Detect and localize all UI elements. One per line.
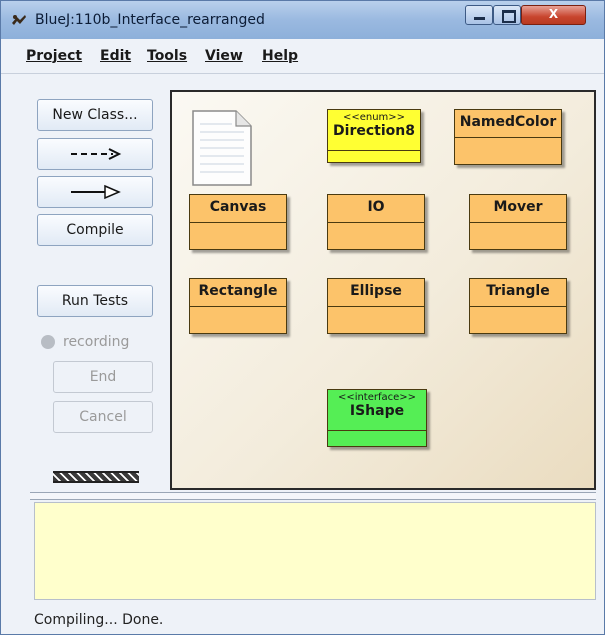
class-ishape[interactable]: <<interface>> IShape [327, 389, 427, 447]
new-class-button[interactable]: New Class... [37, 99, 153, 131]
splitter-handle[interactable] [30, 492, 596, 500]
recording-indicator-icon [41, 335, 55, 349]
class-name: Triangle [470, 279, 566, 307]
run-tests-button[interactable]: Run Tests [37, 285, 153, 317]
class-rectangle[interactable]: Rectangle [189, 278, 287, 334]
end-button[interactable]: End [53, 361, 153, 393]
class-name: Canvas [190, 195, 286, 223]
class-name: NamedColor [455, 110, 561, 138]
menu-edit[interactable]: Edit [100, 48, 131, 64]
machine-status-indicator [53, 471, 139, 483]
bluej-app-icon [12, 15, 26, 25]
maximize-icon [502, 10, 516, 23]
minimize-icon [474, 17, 485, 20]
class-name: Rectangle [190, 279, 286, 307]
status-bar: Compiling... Done. [1, 604, 604, 634]
class-ishape-header: <<interface>> IShape [328, 390, 426, 431]
class-namedcolor[interactable]: NamedColor [454, 109, 562, 165]
object-bench[interactable] [34, 502, 596, 600]
close-icon: X [548, 7, 559, 21]
inheritance-arrow-icon [71, 184, 121, 200]
class-name: IO [328, 195, 424, 223]
class-name: Mover [470, 195, 566, 223]
close-button[interactable]: X [521, 5, 586, 25]
status-message: Compiling... Done. [34, 612, 164, 628]
dependency-arrow-button[interactable] [37, 138, 153, 170]
minimize-button[interactable] [465, 5, 493, 25]
class-name: Direction8 [333, 123, 415, 139]
inheritance-arrow-button[interactable] [37, 176, 153, 208]
dashed-arrow-icon [71, 148, 122, 160]
recording-label: recording [63, 334, 130, 350]
class-ellipse[interactable]: Ellipse [327, 278, 425, 334]
class-mover[interactable]: Mover [469, 194, 567, 250]
class-direction8[interactable]: <<enum>> Direction8 [327, 109, 421, 163]
readme-document-icon[interactable] [192, 110, 252, 186]
bluej-window: BlueJ:110b_Interface_rearranged X Projec… [0, 0, 605, 635]
class-direction8-header: <<enum>> Direction8 [328, 110, 420, 151]
compile-button[interactable]: Compile [37, 214, 153, 246]
menu-help[interactable]: Help [262, 48, 298, 64]
class-canvas[interactable]: Canvas [189, 194, 287, 250]
tool-panel: New Class... Compile Run Tests recording… [1, 74, 169, 494]
class-name: Ellipse [328, 279, 424, 307]
menu-bar: Project Edit Tools View Help [1, 39, 604, 74]
menu-tools[interactable]: Tools [147, 48, 187, 64]
class-triangle[interactable]: Triangle [469, 278, 567, 334]
title-bar[interactable]: BlueJ:110b_Interface_rearranged X [1, 1, 604, 39]
menu-view[interactable]: View [205, 48, 243, 64]
class-io[interactable]: IO [327, 194, 425, 250]
window-title: BlueJ:110b_Interface_rearranged [35, 12, 265, 28]
menu-project[interactable]: Project [26, 48, 82, 64]
cancel-button[interactable]: Cancel [53, 401, 153, 433]
class-diagram-canvas[interactable]: <<enum>> Direction8 NamedColor Canvas IO… [170, 90, 596, 490]
maximize-button[interactable] [493, 5, 521, 25]
class-name: IShape [349, 403, 405, 419]
